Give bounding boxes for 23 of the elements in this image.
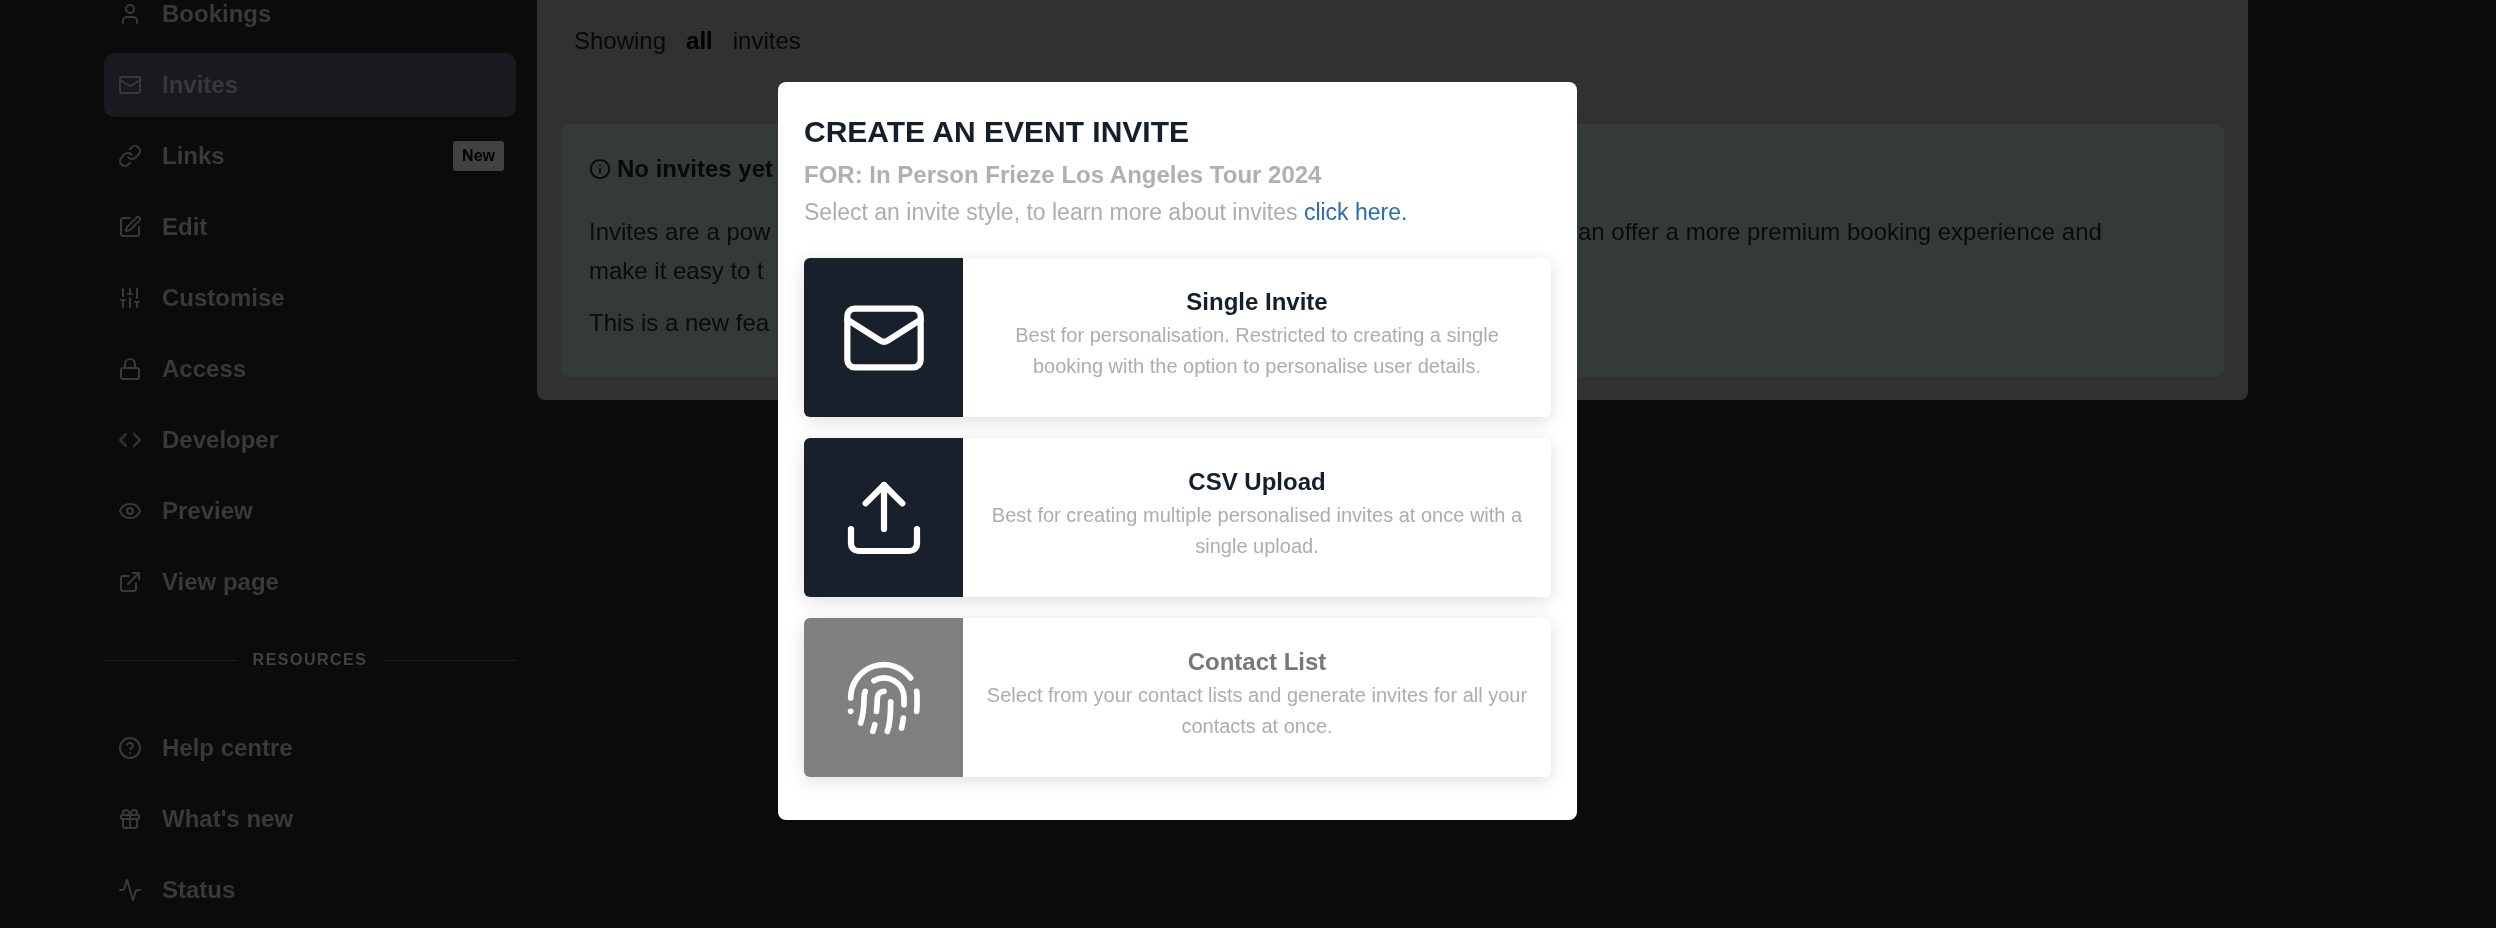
option-title: Contact List — [1187, 647, 1327, 677]
option-title: CSV Upload — [1188, 467, 1326, 497]
lock-icon — [118, 357, 142, 381]
pencil-square-icon — [118, 215, 142, 239]
external-link-icon — [118, 570, 142, 594]
invite-option-card[interactable]: Single Invite Best for personalisation. Restricted to creating a single booking with the option to personalise user details. — [804, 258, 1551, 417]
learn-more-link[interactable]: click here. — [1303, 199, 1408, 225]
sliders-icon — [118, 286, 142, 310]
help-icon — [118, 736, 142, 760]
info-icon — [589, 158, 611, 180]
pulse-icon — [118, 878, 142, 902]
option-description: Best for creating multiple personalised invites at once with a single upload. — [990, 503, 1524, 559]
new-badge: New — [453, 141, 504, 171]
gift-icon — [118, 807, 142, 831]
dialog-intro: Select an invite style, to learn more about invites click here. — [804, 198, 1409, 227]
link-icon — [118, 144, 142, 168]
option-title: Single Invite — [1186, 287, 1328, 317]
option-description: Select from your contact lists and generate invites for all your contacts at once. — [985, 683, 1529, 739]
dialog-title: CREATE AN EVENT INVITE — [804, 114, 1191, 150]
invite-option-card[interactable]: CSV Upload Best for creating multiple personalised invites at once with a single upload. — [804, 438, 1551, 597]
option-description: Best for personalisation. Restricted to creating a single booking with the option to personalise user details. — [1014, 323, 1500, 379]
dialog-subtitle: FOR: In Person Frieze Los Angeles Tour 2024 — [804, 160, 1323, 190]
envelope-icon — [118, 73, 142, 97]
